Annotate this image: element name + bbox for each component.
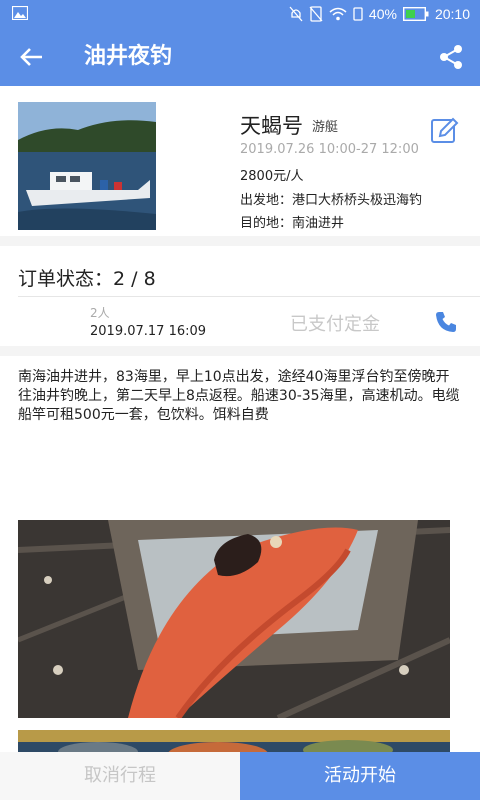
boat-photo bbox=[18, 102, 156, 230]
status-bar: 40% 20:10 bbox=[0, 0, 480, 28]
divider bbox=[0, 236, 480, 246]
bottom-action-bar: 取消行程 活动开始 bbox=[0, 752, 480, 800]
divider bbox=[0, 346, 480, 356]
sim-icon bbox=[353, 7, 363, 21]
image-icon bbox=[12, 6, 28, 20]
destination-location: 目的地：南油进井 bbox=[240, 216, 345, 231]
arrow-left-icon[interactable] bbox=[16, 42, 48, 72]
order-persons: 2人 bbox=[90, 306, 110, 320]
share-icon[interactable] bbox=[436, 42, 466, 72]
battery-icon bbox=[402, 7, 429, 21]
app-bar: 油井夜钓 bbox=[0, 28, 480, 86]
trip-date: 2019.07.26 10:00-27 12:00 bbox=[240, 142, 419, 157]
phone-icon[interactable] bbox=[434, 310, 458, 334]
edit-icon[interactable] bbox=[430, 116, 460, 146]
boat-card[interactable]: 天蝎号 游艇 2019.07.26 10:00-27 12:00 2800元/人… bbox=[0, 86, 480, 236]
fish-photo bbox=[18, 520, 450, 718]
cancel-trip-button[interactable]: 取消行程 bbox=[0, 752, 240, 800]
boat-name: 天蝎号 bbox=[240, 114, 303, 138]
status-icons: 40% 20:10 bbox=[289, 4, 470, 24]
battery-percent: 40% bbox=[368, 6, 397, 22]
trip-price: 2800元/人 bbox=[240, 169, 304, 184]
payment-status: 已支付定金 bbox=[290, 314, 380, 335]
wifi-icon bbox=[329, 7, 347, 21]
no-sim-icon bbox=[309, 6, 323, 22]
order-time: 2019.07.17 16:09 bbox=[90, 324, 207, 339]
divider-line bbox=[18, 296, 480, 297]
clock: 20:10 bbox=[434, 6, 470, 22]
trip-description: 南海油井进井，83海里，早上10点出发，途经40海里浮台钓至傍晚开往油井钓晚上，… bbox=[18, 369, 460, 423]
departure-location: 出发地：港口大桥桥头极迅海钓 bbox=[240, 193, 423, 208]
page-title: 油井夜钓 bbox=[84, 44, 173, 69]
order-status: 订单状态：2 / 8 bbox=[18, 268, 156, 290]
mute-icon bbox=[289, 6, 303, 22]
boat-type: 游艇 bbox=[312, 120, 339, 135]
start-activity-button[interactable]: 活动开始 bbox=[240, 752, 480, 800]
